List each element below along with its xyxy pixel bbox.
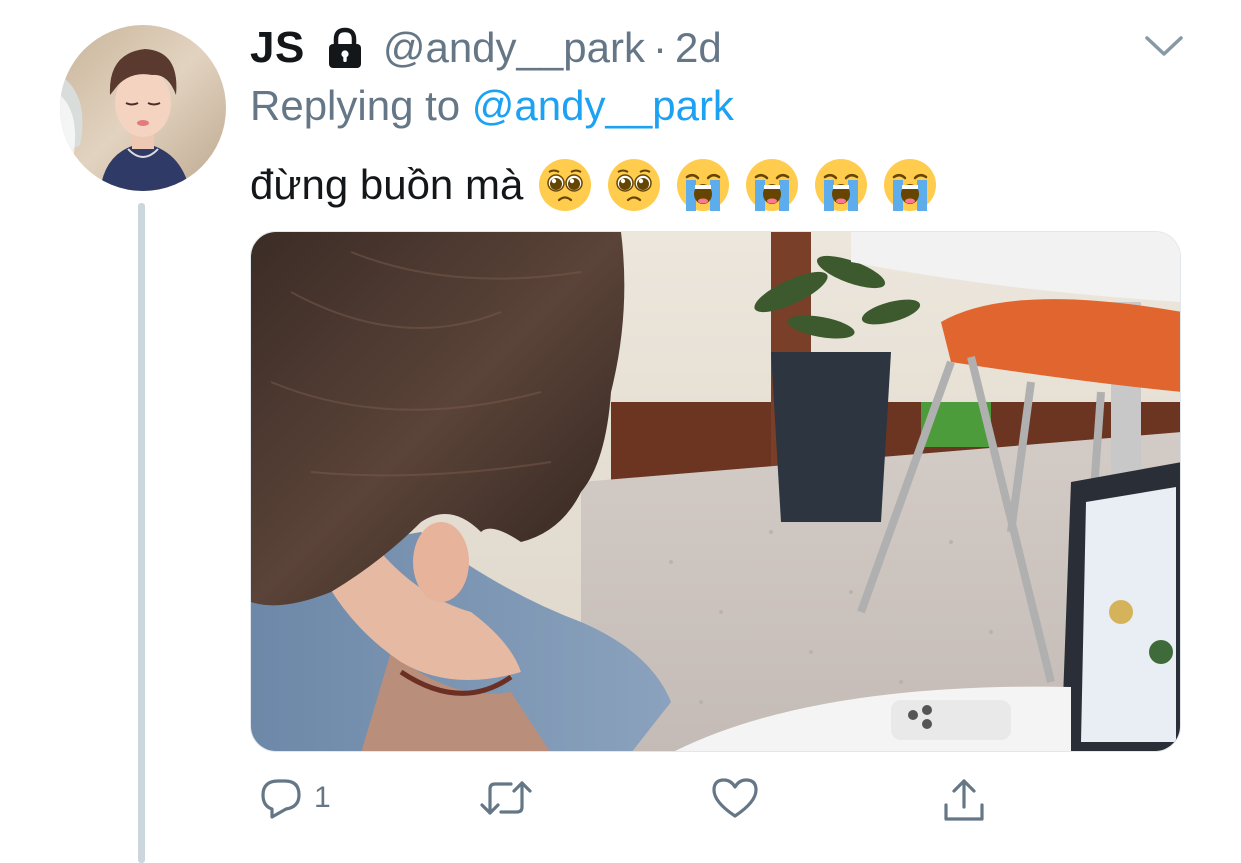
tweet-text: đừng buồn mà	[250, 152, 951, 218]
tweet-action-bar: 1	[250, 775, 1010, 835]
timestamp[interactable]: 2d	[675, 24, 722, 72]
reply-icon	[261, 779, 301, 819]
avatar-photo	[60, 25, 226, 191]
chevron-down-icon[interactable]	[1143, 32, 1185, 60]
replying-to-line: Replying to @andy__park	[250, 82, 734, 130]
heart-icon	[712, 778, 758, 818]
tweet-header: JS @andy__park · 2d	[250, 22, 722, 74]
thread-line	[138, 203, 145, 863]
like-button[interactable]	[710, 775, 760, 821]
lock-icon	[323, 26, 367, 70]
loudly-crying-face-emoji	[744, 157, 800, 213]
pleading-face-emoji	[606, 157, 662, 213]
tweet-media-image[interactable]	[250, 231, 1181, 752]
loudly-crying-face-emoji	[813, 157, 869, 213]
replying-mention-link[interactable]: @andy__park	[472, 82, 734, 129]
media-photo	[251, 232, 1180, 751]
loudly-crying-face-emoji	[675, 157, 731, 213]
retweet-icon	[480, 781, 532, 815]
user-handle[interactable]: @andy__park	[383, 24, 645, 72]
share-button[interactable]	[940, 775, 988, 825]
separator-dot: ·	[652, 24, 667, 71]
avatar[interactable]	[60, 25, 226, 191]
reply-button[interactable]: 1	[258, 775, 331, 821]
pleading-face-emoji	[537, 157, 593, 213]
retweet-button[interactable]	[478, 775, 534, 821]
loudly-crying-face-emoji	[882, 157, 938, 213]
display-name[interactable]: JS	[250, 23, 305, 73]
tweet-body: đừng buồn mà	[250, 161, 524, 208]
replying-prefix: Replying to	[250, 82, 461, 129]
share-icon	[944, 779, 984, 821]
reply-count: 1	[314, 781, 331, 814]
